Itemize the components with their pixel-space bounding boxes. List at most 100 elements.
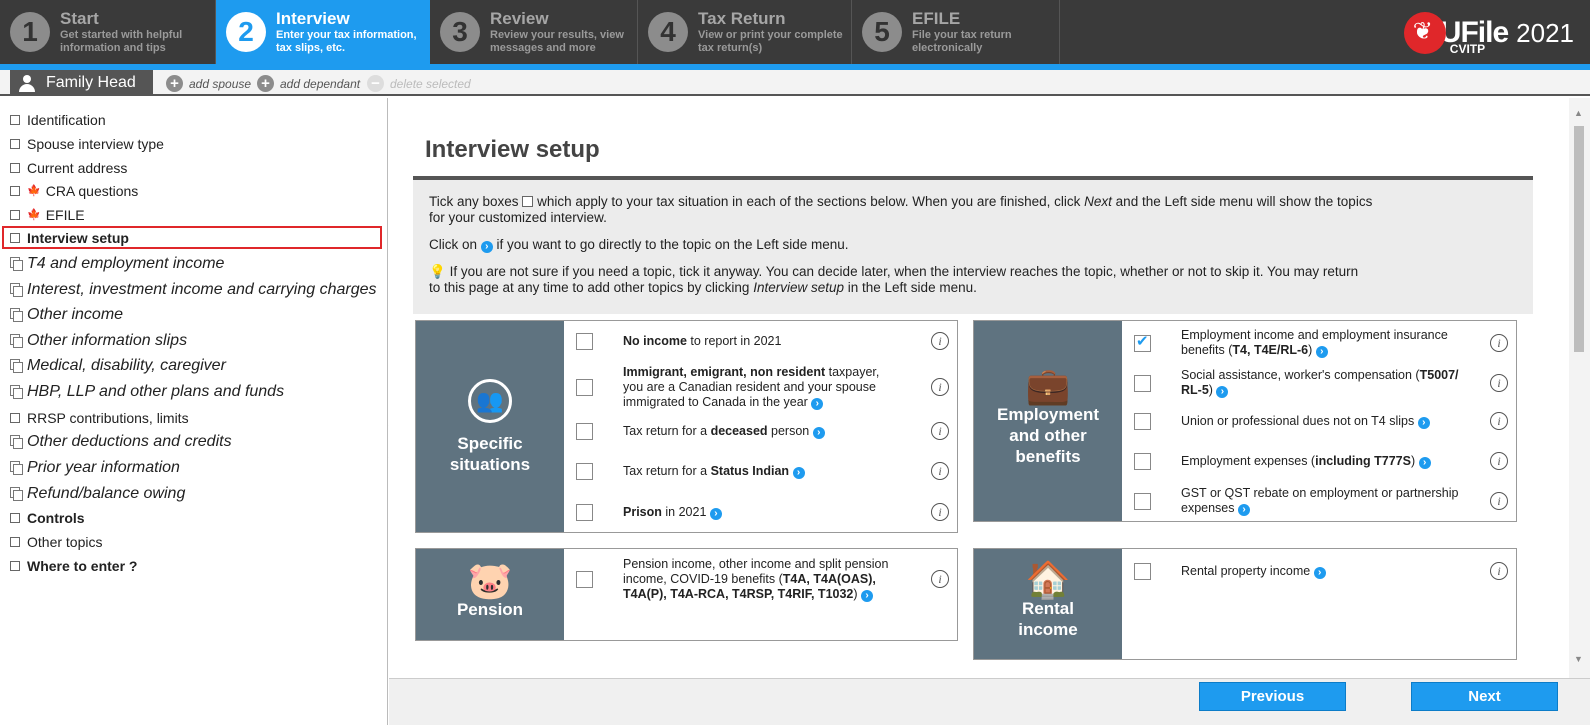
option-rental-property: Rental property income › i — [1122, 561, 1516, 581]
sidebar-item-spouse-interview-type[interactable]: Spouse interview type — [10, 132, 164, 155]
sidebar-item-label: RRSP contributions, limits — [27, 409, 189, 426]
sidebar-item-other-deductions[interactable]: Other deductions and credits — [10, 430, 232, 453]
go-arrow-icon[interactable]: › — [811, 397, 824, 410]
option-checkbox[interactable] — [1134, 412, 1151, 430]
option-checkbox[interactable] — [1134, 334, 1151, 352]
sidebar-item-interest-investment[interactable]: Interest, investment income and carrying… — [10, 278, 377, 301]
go-arrow-icon[interactable]: › — [1216, 386, 1229, 398]
info-icon[interactable]: i — [931, 503, 949, 521]
info-icon[interactable]: i — [931, 570, 949, 588]
sidebar-item-rrsp[interactable]: RRSP contributions, limits — [10, 406, 189, 429]
add-dependant-button[interactable]: + add dependant — [257, 75, 360, 92]
go-arrow-icon[interactable]: › — [861, 589, 874, 602]
sidebar-item-interview-setup[interactable]: Interview setup — [2, 226, 382, 249]
info-icon[interactable]: i — [1490, 412, 1508, 430]
info-icon[interactable]: i — [1490, 334, 1508, 352]
intro-text: if you want to go directly to the topic … — [496, 237, 849, 252]
option-union-dues: Union or professional dues not on T4 sli… — [1122, 411, 1516, 431]
sidebar-item-where-to-enter[interactable]: Where to enter ? — [10, 554, 137, 577]
option-label: person — [771, 423, 810, 438]
sidebar-item-hbp-llp[interactable]: HBP, LLP and other plans and funds — [10, 380, 284, 403]
option-checkbox[interactable] — [576, 422, 593, 440]
info-icon[interactable]: i — [1490, 562, 1508, 580]
go-arrow-icon[interactable]: › — [709, 507, 722, 520]
info-icon[interactable]: i — [1490, 492, 1508, 510]
option-checkbox[interactable] — [1134, 492, 1151, 510]
piggy-bank-icon: 🐷 — [467, 559, 513, 601]
sidebar-item-identification[interactable]: Identification — [10, 108, 106, 131]
option-checkbox[interactable] — [576, 378, 593, 396]
sidebar-item-refund-balance[interactable]: Refund/balance owing — [10, 482, 185, 505]
go-arrow-icon[interactable]: › — [1315, 346, 1328, 358]
step-start[interactable]: 1 Start Get started with helpful informa… — [0, 0, 216, 64]
checkbox-icon — [10, 512, 20, 523]
option-label: to report in 2021 — [690, 333, 782, 348]
option-label: income, COVID-19 benefits ( — [623, 571, 783, 586]
option-label: T5007/ — [1419, 368, 1459, 382]
lightbulb-icon: 💡 — [429, 264, 446, 279]
sidebar-item-cra-questions[interactable]: 🍁 CRA questions — [10, 179, 138, 202]
step-subtitle: electronically — [912, 42, 983, 54]
option-checkbox[interactable] — [576, 462, 593, 480]
sidebar-item-label: CRA questions — [45, 182, 139, 199]
info-icon[interactable]: i — [931, 378, 949, 396]
card-side-panel: 🐷 Pension — [416, 549, 564, 640]
intro-text: to this page at any time to add other to… — [429, 280, 750, 295]
info-icon[interactable]: i — [931, 332, 949, 350]
option-checkbox[interactable] — [576, 332, 593, 350]
scroll-down-icon[interactable]: ▼ — [1574, 654, 1583, 664]
step-subtitle: messages and more — [490, 42, 596, 54]
sidebar-item-current-address[interactable]: Current address — [10, 156, 127, 179]
go-arrow-icon[interactable]: › — [1313, 566, 1326, 579]
go-arrow-icon[interactable]: › — [812, 426, 825, 439]
add-spouse-button[interactable]: + add spouse — [166, 75, 251, 92]
go-arrow-icon[interactable]: › — [1418, 456, 1431, 469]
option-label: Immigrant, emigrant, non resident — [623, 364, 826, 379]
option-checkbox[interactable] — [1134, 562, 1151, 580]
step-interview[interactable]: 2 Interview Enter your tax information, … — [216, 0, 430, 64]
info-icon[interactable]: i — [931, 422, 949, 440]
sidebar-item-controls[interactable]: Controls — [10, 506, 85, 529]
option-prison: Prison in 2021 › i — [564, 502, 957, 522]
go-arrow-icon[interactable]: › — [792, 466, 805, 479]
pages-icon — [10, 308, 23, 322]
family-head-tab[interactable]: Family Head — [10, 70, 153, 96]
option-checkbox[interactable] — [576, 503, 593, 521]
next-button[interactable]: Next — [1411, 682, 1558, 711]
info-icon[interactable]: i — [1490, 452, 1508, 470]
sidebar-item-label: Where to enter ? — [27, 557, 138, 574]
previous-button[interactable]: Previous — [1199, 682, 1346, 711]
step-review[interactable]: 3 Review Review your results, view messa… — [430, 0, 638, 64]
option-deceased: Tax return for a deceased person › i — [564, 421, 957, 441]
sidebar-item-other-income[interactable]: Other income — [10, 303, 123, 326]
sidebar-item-medical-disability[interactable]: Medical, disability, caregiver — [10, 354, 226, 377]
vertical-scrollbar[interactable]: ▲ ▼ — [1569, 98, 1590, 678]
info-icon[interactable]: i — [1490, 374, 1508, 392]
option-label: T4A(P), T4A-RCA, T4RSP, T4RIF, T1032 — [623, 586, 854, 601]
option-checkbox[interactable] — [1134, 452, 1151, 470]
sidebar-item-prior-year[interactable]: Prior year information — [10, 456, 180, 479]
option-label: Employment income and employment insuran… — [1181, 328, 1448, 342]
scroll-up-icon[interactable]: ▲ — [1574, 108, 1583, 118]
option-label: ) — [1410, 453, 1416, 468]
intro-text: in the Left side menu. — [847, 280, 977, 295]
step-number: 1 — [10, 12, 50, 52]
option-checkbox[interactable] — [576, 570, 593, 588]
sidebar-item-efile[interactable]: 🍁 EFILE — [10, 203, 85, 226]
go-arrow-icon[interactable]: › — [1238, 504, 1250, 516]
go-arrow-icon[interactable]: › — [1417, 416, 1430, 429]
sidebar-item-other-topics[interactable]: Other topics — [10, 530, 102, 553]
info-icon[interactable]: i — [931, 462, 949, 480]
sidebar-item-label: HBP, LLP and other plans and funds — [27, 382, 285, 400]
card-title: Pension — [456, 599, 524, 619]
sidebar-item-t4-employment[interactable]: T4 and employment income — [10, 252, 224, 275]
delete-selected-button[interactable]: − delete selected — [367, 75, 471, 92]
step-title: Review — [490, 9, 549, 28]
option-checkbox[interactable] — [1134, 374, 1151, 392]
scroll-thumb[interactable] — [1574, 126, 1584, 352]
sidebar-item-other-information-slips[interactable]: Other information slips — [10, 329, 187, 352]
step-tax-return[interactable]: 4 Tax Return View or print your complete… — [638, 0, 852, 64]
step-efile[interactable]: 5 EFILE File your tax return electronica… — [852, 0, 1060, 64]
step-subtitle: tax return(s) — [698, 42, 763, 54]
briefcase-icon: 💼 — [1025, 365, 1071, 406]
